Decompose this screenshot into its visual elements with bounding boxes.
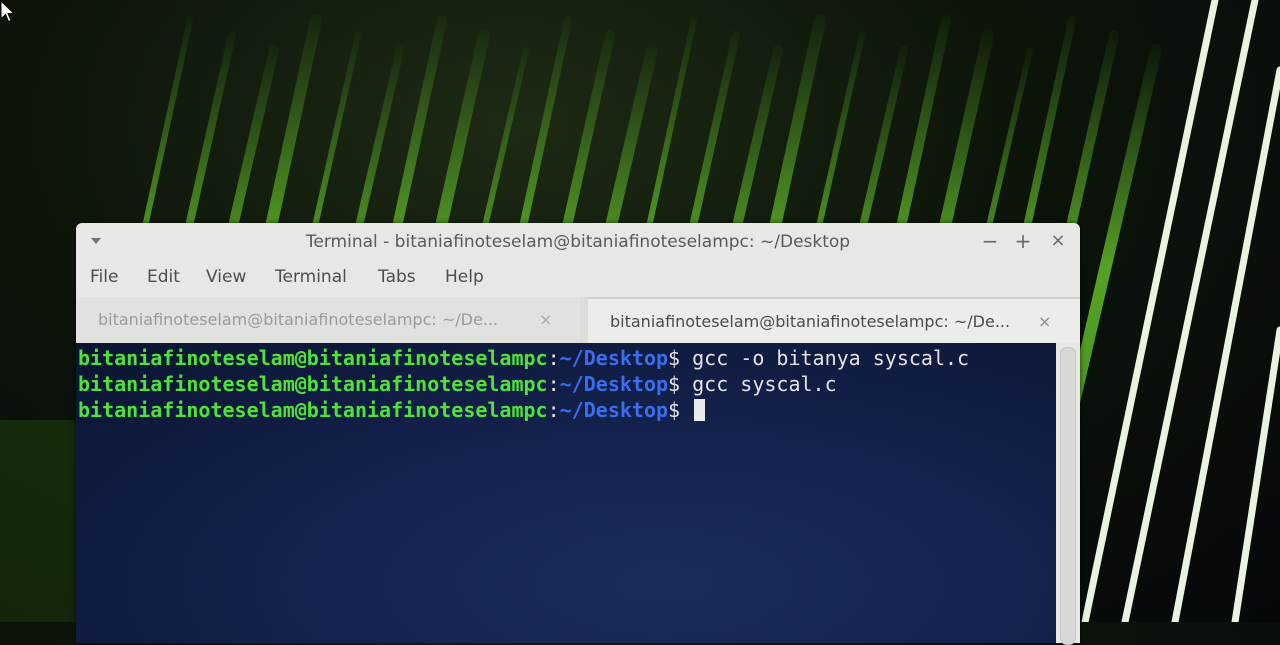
prompt-user-host: bitaniafinoteselam@bitaniafinoteselampc — [78, 372, 548, 396]
terminal-line: bitaniafinoteselam@bitaniafinoteselampc:… — [76, 345, 1056, 371]
tab-label: bitaniafinoteselam@bitaniafinoteselampc:… — [98, 310, 499, 329]
prompt-symbol: $ — [668, 346, 681, 370]
prompt-path: ~/Desktop — [559, 398, 669, 422]
minimize-icon[interactable]: − — [980, 231, 1000, 251]
menu-bar: File Edit View Terminal Tabs Help — [76, 261, 1080, 295]
tab-1[interactable]: bitaniafinoteselam@bitaniafinoteselampc:… — [76, 297, 580, 343]
command-text: gcc syscal.c — [680, 372, 837, 396]
terminal-window: Terminal - bitaniafinoteselam@bitaniafin… — [76, 223, 1080, 645]
terminal-output[interactable]: bitaniafinoteselam@bitaniafinoteselampc:… — [76, 343, 1056, 643]
terminal-line: bitaniafinoteselam@bitaniafinoteselampc:… — [76, 397, 1056, 423]
tab-label: bitaniafinoteselam@bitaniafinoteselampc:… — [610, 312, 1011, 331]
terminal-line: bitaniafinoteselam@bitaniafinoteselampc:… — [76, 371, 1056, 397]
tab-bar: bitaniafinoteselam@bitaniafinoteselampc:… — [76, 297, 1080, 343]
prompt-separator: : — [547, 372, 560, 396]
prompt-path: ~/Desktop — [559, 346, 669, 370]
tab-close-icon[interactable]: × — [539, 297, 552, 343]
prompt-symbol: $ — [668, 398, 681, 422]
tab-2-active[interactable]: bitaniafinoteselam@bitaniafinoteselampc:… — [588, 297, 1080, 343]
terminal-scrollbar[interactable] — [1060, 347, 1076, 645]
prompt-user-host: bitaniafinoteselam@bitaniafinoteselampc — [78, 346, 548, 370]
command-text — [680, 398, 692, 422]
menu-terminal[interactable]: Terminal — [275, 267, 347, 287]
prompt-path: ~/Desktop — [559, 372, 669, 396]
menu-view[interactable]: View — [206, 267, 246, 287]
text-cursor — [694, 399, 706, 421]
menu-file[interactable]: File — [90, 267, 118, 287]
menu-help[interactable]: Help — [445, 267, 484, 287]
prompt-separator: : — [547, 346, 560, 370]
mouse-pointer-icon — [0, 0, 16, 23]
prompt-separator: : — [547, 398, 560, 422]
title-bar[interactable]: Terminal - bitaniafinoteselam@bitaniafin… — [76, 223, 1080, 261]
command-text: gcc -o bitanya syscal.c — [680, 346, 970, 370]
prompt-symbol: $ — [668, 372, 681, 396]
prompt-user-host: bitaniafinoteselam@bitaniafinoteselampc — [78, 398, 548, 422]
maximize-icon[interactable]: + — [1013, 231, 1033, 251]
tab-close-icon[interactable]: × — [1038, 299, 1051, 345]
close-icon[interactable]: × — [1048, 231, 1068, 251]
window-title: Terminal - bitaniafinoteselam@bitaniafin… — [305, 232, 851, 252]
menu-edit[interactable]: Edit — [147, 267, 180, 287]
menu-tabs[interactable]: Tabs — [378, 267, 416, 287]
